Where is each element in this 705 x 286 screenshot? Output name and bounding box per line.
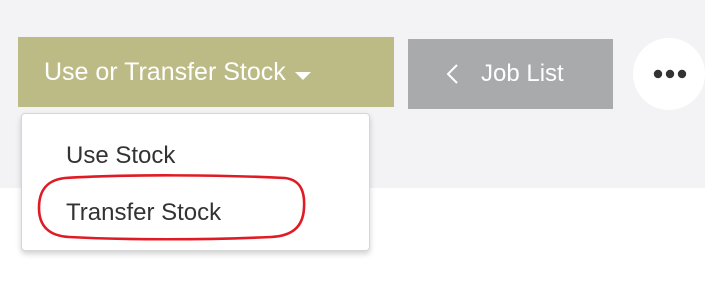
job-list-label: Job List bbox=[481, 60, 564, 87]
menu-item-transfer-stock[interactable]: Transfer Stock bbox=[66, 199, 221, 227]
caret-down-icon bbox=[294, 72, 311, 80]
job-list-button[interactable]: Job List bbox=[408, 39, 613, 109]
more-options-button[interactable] bbox=[633, 38, 705, 110]
use-or-transfer-stock-label: Use or Transfer Stock bbox=[44, 57, 286, 86]
use-or-transfer-stock-button[interactable]: Use or Transfer Stock bbox=[18, 37, 394, 107]
menu-item-use-stock[interactable]: Use Stock bbox=[66, 142, 175, 170]
chevron-left-icon bbox=[446, 64, 458, 84]
ellipsis-icon bbox=[653, 69, 687, 79]
stock-dropdown-menu: Use Stock Transfer Stock bbox=[21, 113, 370, 251]
